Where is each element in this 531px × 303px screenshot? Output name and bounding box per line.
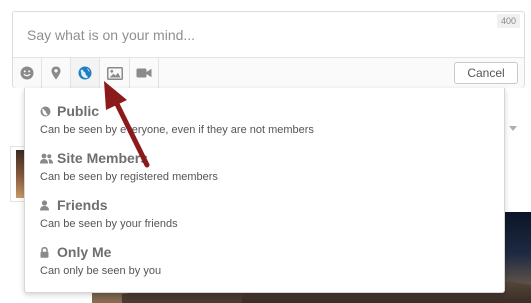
privacy-option-only-me[interactable]: Only Me Can only be seen by you <box>40 243 480 277</box>
option-title: Only Me <box>57 244 112 260</box>
char-count-badge: 400 <box>496 14 520 28</box>
globe-icon <box>40 105 53 117</box>
photo-icon <box>106 66 123 80</box>
status-input[interactable] <box>13 12 524 57</box>
status-composer: 400 <box>12 11 525 88</box>
option-title: Friends <box>57 197 108 213</box>
background-caret-icon <box>509 126 517 131</box>
emoji-icon <box>20 66 34 80</box>
video-icon <box>136 68 152 78</box>
privacy-option-site-members[interactable]: Site Members Can be seen by registered m… <box>40 149 480 183</box>
lock-icon <box>40 246 53 258</box>
user-icon <box>40 199 53 211</box>
emoji-button[interactable] <box>13 58 42 88</box>
privacy-globe-icon <box>78 66 92 80</box>
option-title: Public <box>57 103 100 119</box>
users-icon <box>40 152 53 164</box>
privacy-dropdown: Public Can be seen by everyone, even if … <box>24 88 505 293</box>
option-description: Can be seen by everyone, even if they ar… <box>40 124 314 136</box>
video-button[interactable] <box>130 58 159 88</box>
photo-button[interactable] <box>100 58 130 88</box>
privacy-button[interactable] <box>71 58 100 88</box>
option-description: Can be seen by registered members <box>40 171 218 183</box>
location-icon <box>51 66 61 80</box>
option-description: Can be seen by your friends <box>40 218 178 230</box>
composer-toolbar: Cancel <box>13 57 524 88</box>
privacy-option-public[interactable]: Public Can be seen by everyone, even if … <box>40 102 480 136</box>
privacy-option-friends[interactable]: Friends Can be seen by your friends <box>40 196 480 230</box>
option-title: Site Members <box>57 150 149 166</box>
cancel-button[interactable]: Cancel <box>454 62 518 84</box>
location-button[interactable] <box>42 58 71 88</box>
option-description: Can only be seen by you <box>40 265 162 277</box>
background-thumbnail <box>10 146 25 202</box>
